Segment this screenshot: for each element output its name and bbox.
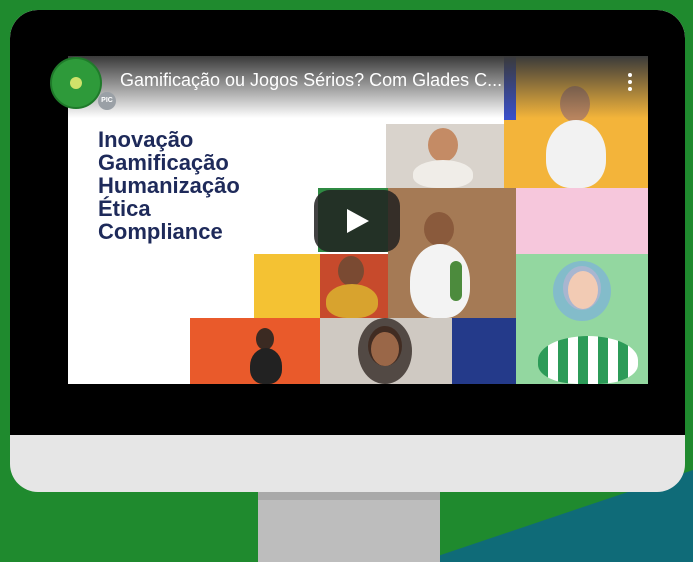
kebab-menu-icon[interactable] bbox=[622, 70, 638, 94]
thumbnail-word: Compliance bbox=[98, 219, 223, 244]
person-body bbox=[413, 160, 473, 188]
person-body bbox=[250, 348, 282, 384]
thumbnail-word: Humanização bbox=[98, 173, 240, 198]
person-head bbox=[338, 256, 364, 286]
channel-avatar-icon[interactable] bbox=[50, 57, 102, 109]
play-icon bbox=[347, 209, 369, 233]
monitor-stand bbox=[258, 492, 440, 562]
thumbnail-tile bbox=[516, 188, 648, 254]
menu-dot bbox=[628, 87, 632, 91]
menu-dot bbox=[628, 80, 632, 84]
cactus-plant bbox=[450, 261, 462, 301]
person-head bbox=[428, 128, 458, 162]
thumbnail-word: Inovação bbox=[98, 127, 194, 152]
menu-dot bbox=[628, 73, 632, 77]
person-head bbox=[424, 212, 454, 246]
person-body bbox=[538, 336, 638, 384]
play-button[interactable] bbox=[314, 190, 400, 252]
video-title[interactable]: Gamificação ou Jogos Sérios? Com Glades … bbox=[120, 70, 605, 91]
person-head bbox=[568, 271, 598, 309]
thumbnail-word: Ética bbox=[98, 196, 151, 221]
channel-badge: PIC bbox=[98, 92, 116, 110]
monitor-stand-shadow bbox=[258, 492, 440, 500]
person-body bbox=[546, 120, 606, 188]
thumbnail-tile bbox=[254, 254, 320, 318]
thumbnail-word-list: Inovação Gamificação Humanização Ética C… bbox=[98, 128, 298, 243]
person-head bbox=[256, 328, 274, 350]
thumbnail-word: Gamificação bbox=[98, 150, 229, 175]
person-head bbox=[371, 332, 399, 366]
thumbnail-tile bbox=[452, 318, 516, 384]
person-body bbox=[326, 284, 378, 318]
channel-avatar-dot bbox=[70, 77, 82, 89]
